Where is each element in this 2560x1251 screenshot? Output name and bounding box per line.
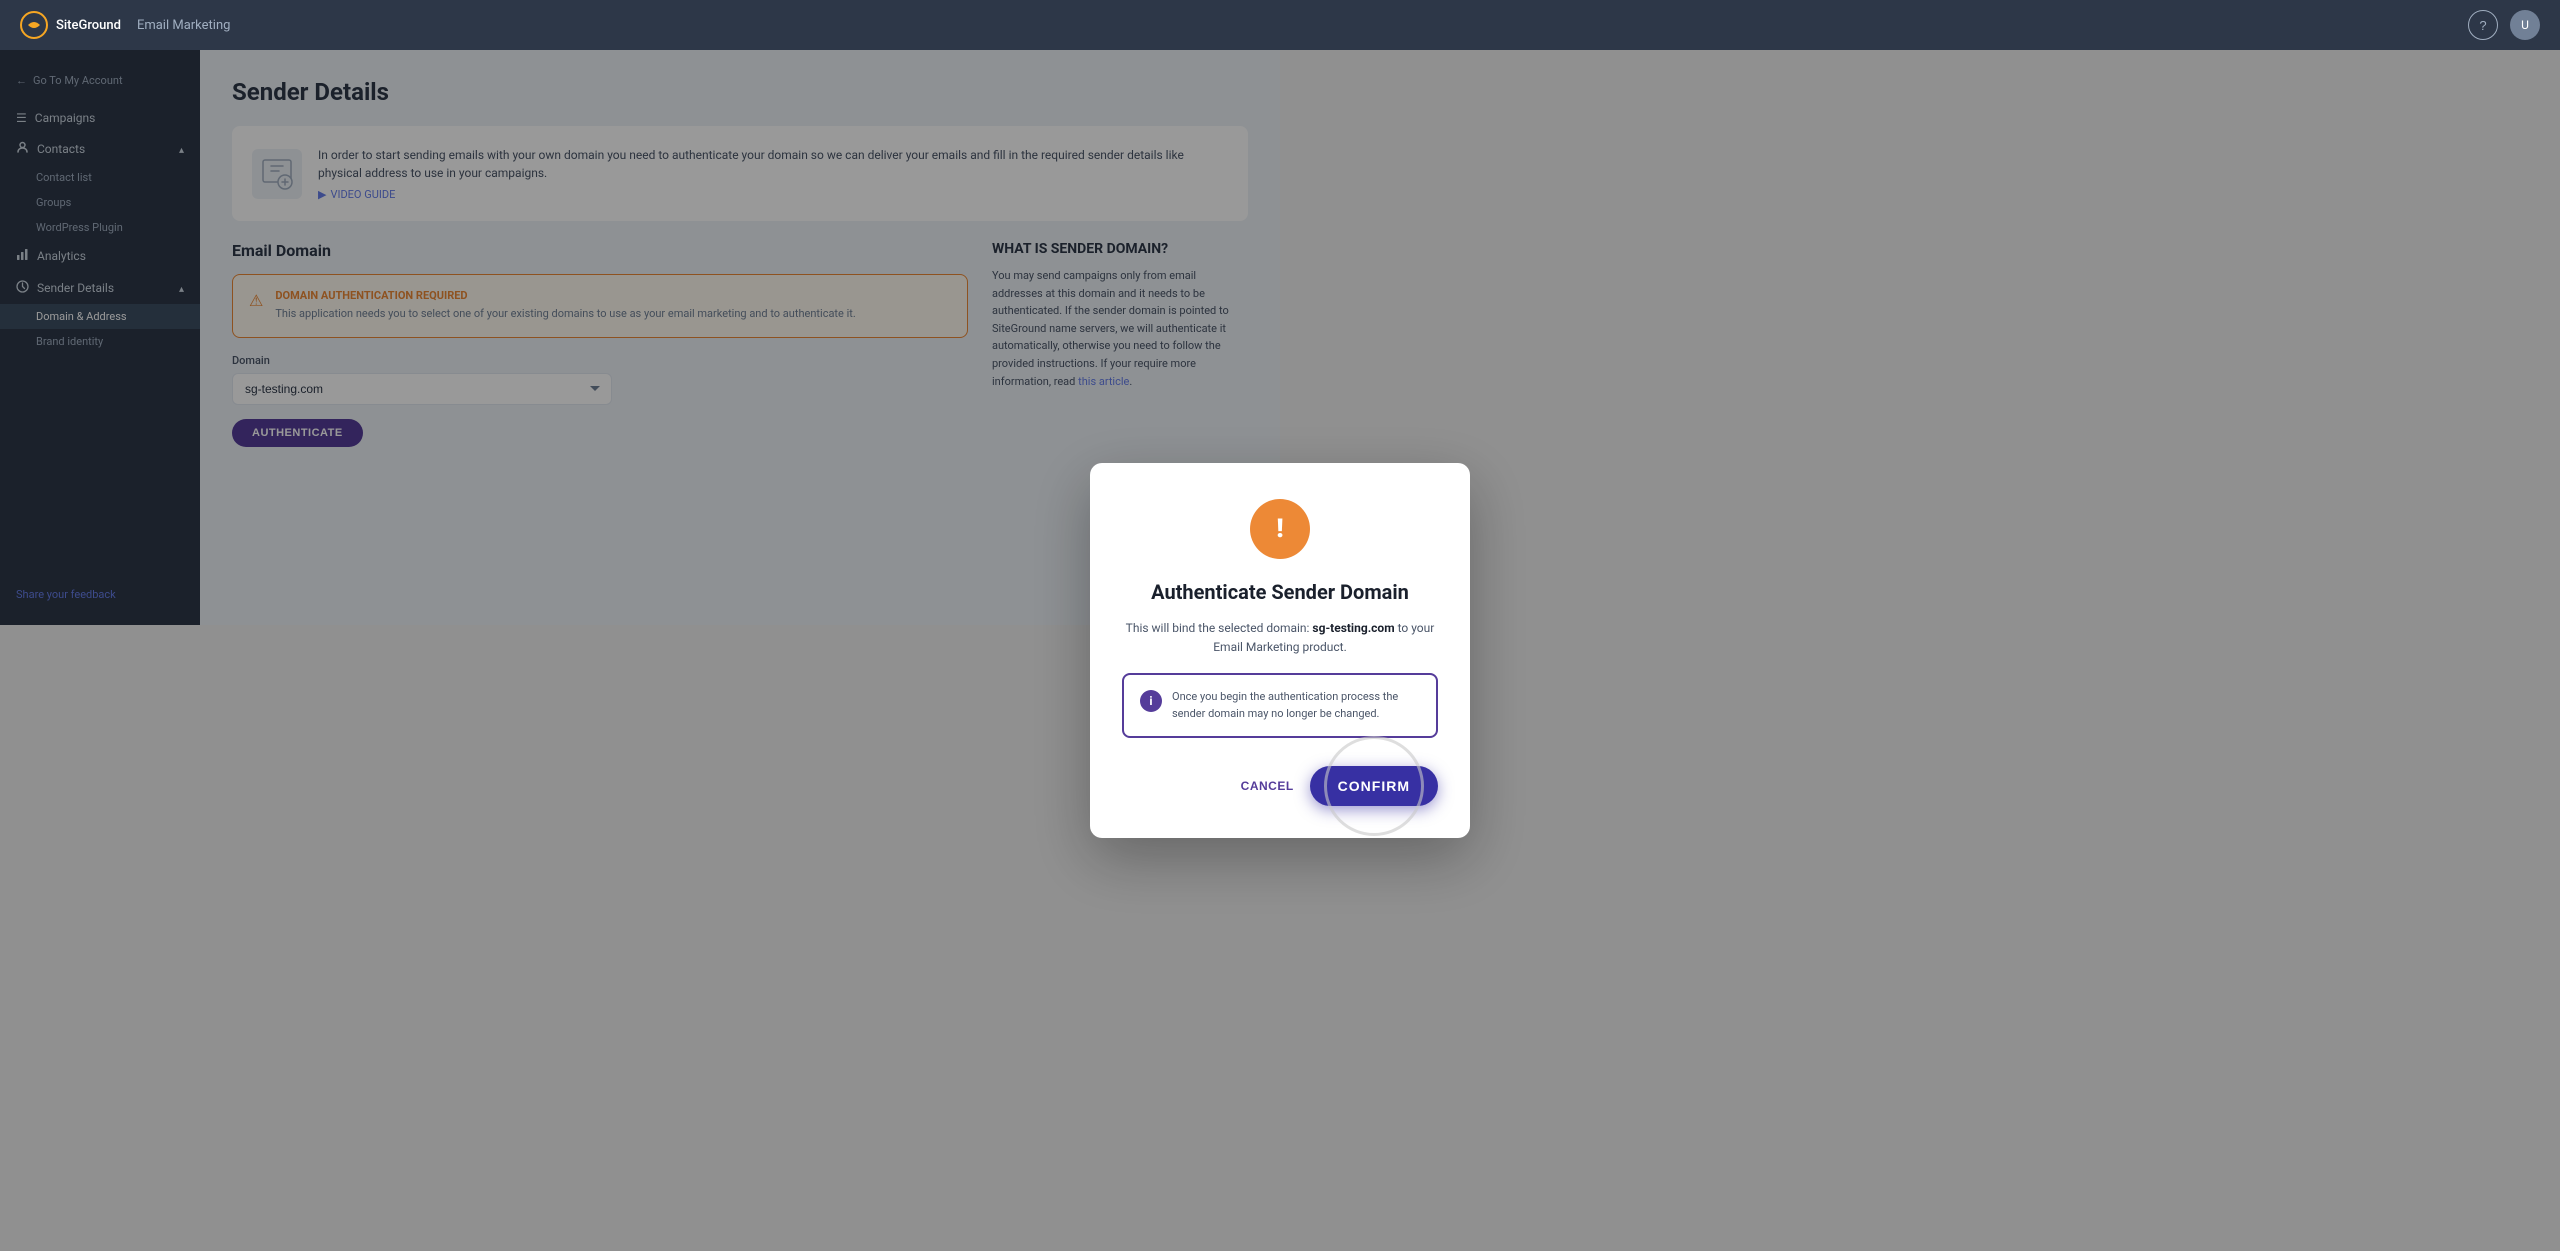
siteground-logo-icon (20, 11, 48, 39)
nav-right: ? U (2468, 10, 2540, 40)
info-icon: i (1140, 690, 1162, 712)
cancel-button[interactable]: CANCEL (1241, 779, 1294, 793)
avatar[interactable]: U (2510, 10, 2540, 40)
nav-left: SiteGround Email Marketing (20, 11, 230, 39)
modal-info-text: Once you begin the authentication proces… (1172, 689, 1420, 722)
modal-description: This will bind the selected domain: sg-t… (1122, 619, 1438, 657)
modal-warning-icon: ! (1250, 499, 1310, 559)
modal-info-box: i Once you begin the authentication proc… (1122, 673, 1438, 738)
modal-title: Authenticate Sender Domain (1151, 579, 1409, 605)
top-navigation: SiteGround Email Marketing ? U (0, 0, 2560, 50)
confirm-button-wrapper: CONFIRM (1310, 766, 1438, 806)
confirm-button[interactable]: CONFIRM (1310, 766, 1438, 806)
confirm-modal: ! Authenticate Sender Domain This will b… (1090, 463, 1470, 838)
product-title: Email Marketing (137, 18, 230, 33)
help-button[interactable]: ? (2468, 10, 2498, 40)
logo[interactable]: SiteGround (20, 11, 121, 39)
logo-text: SiteGround (56, 18, 121, 33)
modal-overlay[interactable]: ! Authenticate Sender Domain This will b… (0, 50, 2560, 1251)
modal-domain: sg-testing.com (1312, 621, 1394, 635)
modal-actions: CANCEL CONFIRM (1122, 766, 1438, 806)
